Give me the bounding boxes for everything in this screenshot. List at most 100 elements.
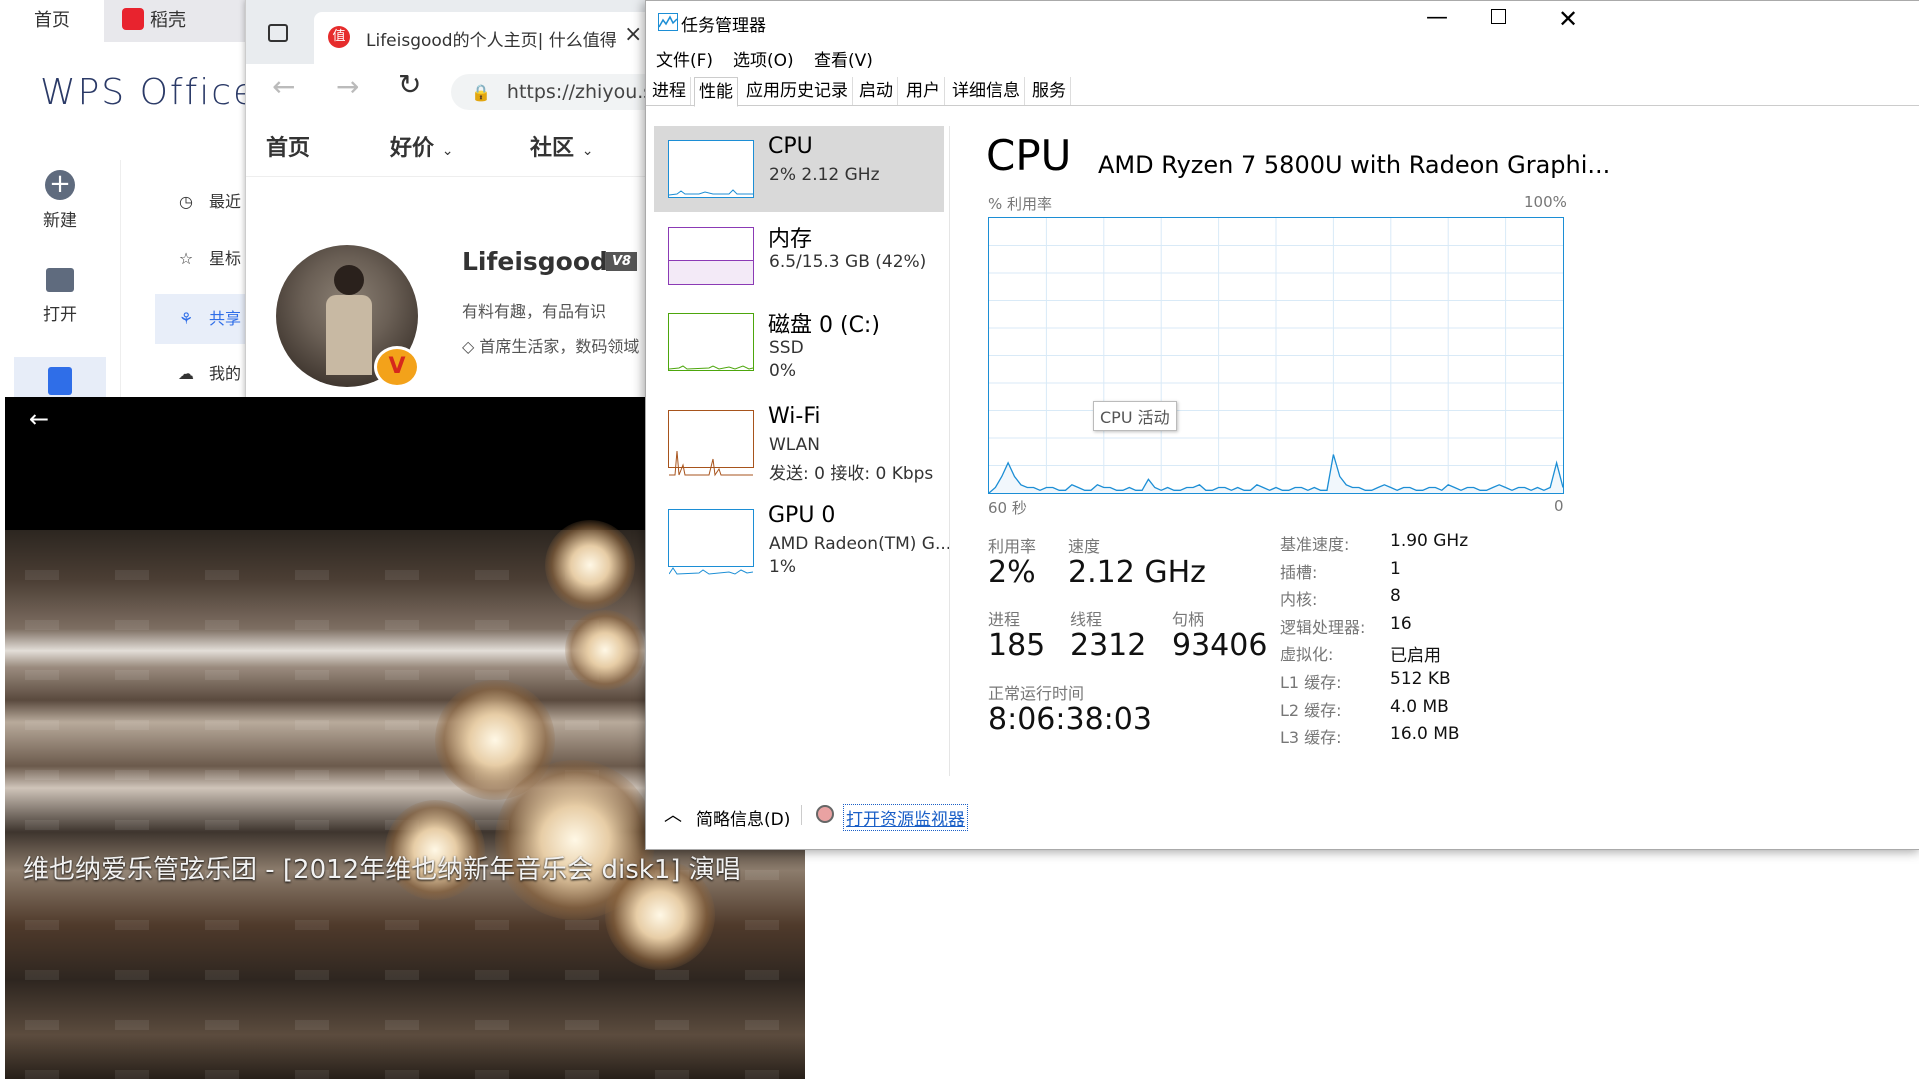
url-field[interactable]: 🔒 https://zhiyou.s bbox=[451, 74, 671, 110]
site-favicon-icon: 值 bbox=[328, 26, 350, 48]
taskmgr-footer: ︿ 简略信息(D) 打开资源监视器 bbox=[646, 791, 1919, 841]
tab-users[interactable]: 用户 bbox=[902, 77, 945, 105]
chevron-up-icon[interactable]: ︿ bbox=[664, 801, 682, 827]
item-sub-2: 0% bbox=[769, 361, 796, 381]
open-button[interactable]: 打开 bbox=[0, 268, 120, 325]
tab-services[interactable]: 服务 bbox=[1028, 77, 1071, 105]
spec-row: L1 缓存: 512 KB bbox=[1280, 669, 1580, 697]
spec-row: 内核: 8 bbox=[1280, 586, 1580, 614]
site-menu-deals[interactable]: 好价 ⌄ bbox=[390, 130, 453, 162]
stat-proc-label: 进程 bbox=[988, 610, 1021, 629]
menu-file[interactable]: 文件(F) bbox=[656, 46, 713, 71]
stat-util-label: 利用率 bbox=[988, 537, 1037, 556]
task-manager-window: 任务管理器 — ✕ 文件(F) 选项(O) 查看(V) 进程 性能 应用历史记录… bbox=[645, 0, 1919, 850]
spec-value: 16 bbox=[1390, 613, 1412, 634]
cpu-spec-list: 基准速度: 1.90 GHz 插槽: 1 内核: 8 逻辑处理器: 16 虚拟化: 已启用… bbox=[1280, 531, 1580, 752]
item-name: 磁盘 0 (C:) bbox=[768, 313, 880, 338]
wps-tab-daoke[interactable]: 稻壳 bbox=[104, 0, 246, 42]
item-sub-2: 1% bbox=[769, 557, 796, 577]
tab-performance[interactable]: 性能 bbox=[694, 77, 738, 107]
memory-thumb-fill bbox=[669, 261, 753, 284]
tab-startup[interactable]: 启动 bbox=[855, 77, 898, 105]
menu-label: 社区 bbox=[530, 136, 575, 161]
profile-name[interactable]: Lifeisgood bbox=[462, 247, 608, 276]
tab-app-history[interactable]: 应用历史记录 bbox=[742, 77, 853, 105]
wps-logo: WPS Office bbox=[40, 72, 258, 113]
item-sub-2: 发送: 0 接收: 0 Kbps bbox=[769, 464, 934, 484]
stat-thread-label: 线程 bbox=[1070, 610, 1103, 629]
minimize-icon[interactable]: — bbox=[1426, 5, 1448, 30]
tab-processes[interactable]: 进程 bbox=[648, 77, 691, 105]
cpu-usage-chart: CPU 活动 bbox=[988, 217, 1564, 494]
spec-row: L2 缓存: 4.0 MB bbox=[1280, 697, 1580, 725]
nav-item-mine[interactable]: ☁ 我的 bbox=[155, 352, 250, 396]
back-icon[interactable]: ← bbox=[272, 70, 295, 103]
item-sub: WLAN bbox=[769, 435, 821, 455]
back-arrow-icon[interactable]: ← bbox=[29, 405, 49, 433]
spec-row: L3 缓存: 16.0 MB bbox=[1280, 724, 1580, 752]
forward-icon[interactable]: → bbox=[336, 70, 359, 103]
spec-key: 插槽: bbox=[1280, 562, 1318, 582]
resource-monitor-icon bbox=[816, 805, 834, 823]
spec-value: 4.0 MB bbox=[1390, 696, 1449, 717]
url-text: https://zhiyou.s bbox=[506, 81, 654, 103]
close-icon[interactable]: ✕ bbox=[1558, 5, 1578, 33]
perf-item-disk[interactable]: 磁盘 0 (C:) SSD 0% bbox=[654, 299, 944, 385]
browser-tab[interactable]: 值 Lifeisgood的个人主页| 什么值得 × bbox=[314, 12, 654, 64]
spec-row: 逻辑处理器: 16 bbox=[1280, 614, 1580, 642]
site-menu-community[interactable]: 社区 ⌄ bbox=[530, 130, 593, 162]
open-resource-monitor-link[interactable]: 打开资源监视器 bbox=[843, 804, 968, 831]
tab-bar: 进程 性能 应用历史记录 启动 用户 详细信息 服务 bbox=[646, 77, 1919, 107]
cloud-icon: ☁ bbox=[178, 364, 194, 383]
maximize-icon[interactable] bbox=[1491, 9, 1506, 24]
nav-item-recent[interactable]: ◷ 最近 bbox=[155, 180, 250, 224]
new-button[interactable]: + 新建 bbox=[0, 170, 120, 232]
spec-value: 1 bbox=[1390, 558, 1401, 579]
stat-uptime-label: 正常运行时间 bbox=[988, 684, 1085, 703]
spec-key: L3 缓存: bbox=[1280, 728, 1342, 748]
cpu-activity-tooltip: CPU 活动 bbox=[1093, 401, 1177, 431]
browser-window: 值 Lifeisgood的个人主页| 什么值得 × ← → ↻ 🔒 https:/… bbox=[245, 0, 671, 400]
perf-item-wifi[interactable]: Wi-Fi WLAN 发送: 0 接收: 0 Kbps bbox=[654, 396, 944, 484]
wifi-thumbnail bbox=[668, 410, 754, 477]
tab-details[interactable]: 详细信息 bbox=[948, 77, 1025, 105]
item-sub: SSD bbox=[769, 338, 804, 358]
cpu-thumb-line bbox=[668, 189, 753, 196]
summary-view-link[interactable]: 简略信息(D) bbox=[696, 805, 790, 830]
item-name: Wi-Fi bbox=[768, 404, 821, 429]
refresh-icon[interactable]: ↻ bbox=[398, 68, 421, 101]
nav-label: 我的 bbox=[209, 364, 242, 383]
spec-value: 已启用 bbox=[1390, 646, 1441, 667]
stat-speed-label: 速度 bbox=[1068, 537, 1101, 556]
star-icon: ☆ bbox=[178, 249, 194, 268]
stat-util-value: 2% bbox=[988, 555, 1036, 590]
wps-tab-home[interactable]: 首页 bbox=[0, 0, 104, 42]
cpu-chart-svg bbox=[988, 218, 1564, 494]
address-bar-row: ← → ↻ 🔒 https://zhiyou.s bbox=[246, 64, 671, 116]
site-menu: 首页 好价 ⌄ 社区 ⌄ bbox=[246, 116, 666, 177]
open-label: 打开 bbox=[43, 305, 77, 325]
menu-view[interactable]: 查看(V) bbox=[814, 46, 873, 71]
stat-thread-value: 2312 bbox=[1070, 628, 1147, 663]
site-menu-home[interactable]: 首页 bbox=[266, 130, 310, 162]
stat-handle-value: 93406 bbox=[1172, 628, 1268, 663]
sidebar-divider bbox=[120, 160, 121, 400]
nav-label: 最近 bbox=[209, 192, 242, 211]
menu-options[interactable]: 选项(O) bbox=[733, 46, 794, 71]
wifi-thumb-line bbox=[669, 450, 753, 477]
spec-key: 逻辑处理器: bbox=[1280, 617, 1366, 637]
item-sub: 2% 2.12 GHz bbox=[769, 165, 880, 185]
nav-item-starred[interactable]: ☆ 星标 bbox=[155, 237, 250, 281]
cpu-model: AMD Ryzen 7 5800U with Radeon Graphi... bbox=[1098, 151, 1611, 179]
perf-item-gpu[interactable]: GPU 0 AMD Radeon(TM) G... 1% bbox=[654, 495, 951, 581]
close-tab-icon[interactable]: × bbox=[624, 22, 642, 47]
nav-item-shared[interactable]: ⚘ 共享 bbox=[155, 294, 250, 344]
perf-item-memory[interactable]: 内存 6.5/15.3 GB (42%) bbox=[654, 213, 944, 299]
plus-icon: + bbox=[45, 170, 75, 200]
tab-actions-icon[interactable] bbox=[268, 24, 288, 42]
chart-time-right: 0 bbox=[1554, 497, 1564, 515]
chart-label-left: % 利用率 bbox=[988, 195, 1053, 213]
nav-label: 星标 bbox=[209, 249, 242, 268]
doc-button[interactable] bbox=[14, 357, 106, 397]
perf-item-cpu[interactable]: CPU 2% 2.12 GHz bbox=[654, 126, 944, 212]
